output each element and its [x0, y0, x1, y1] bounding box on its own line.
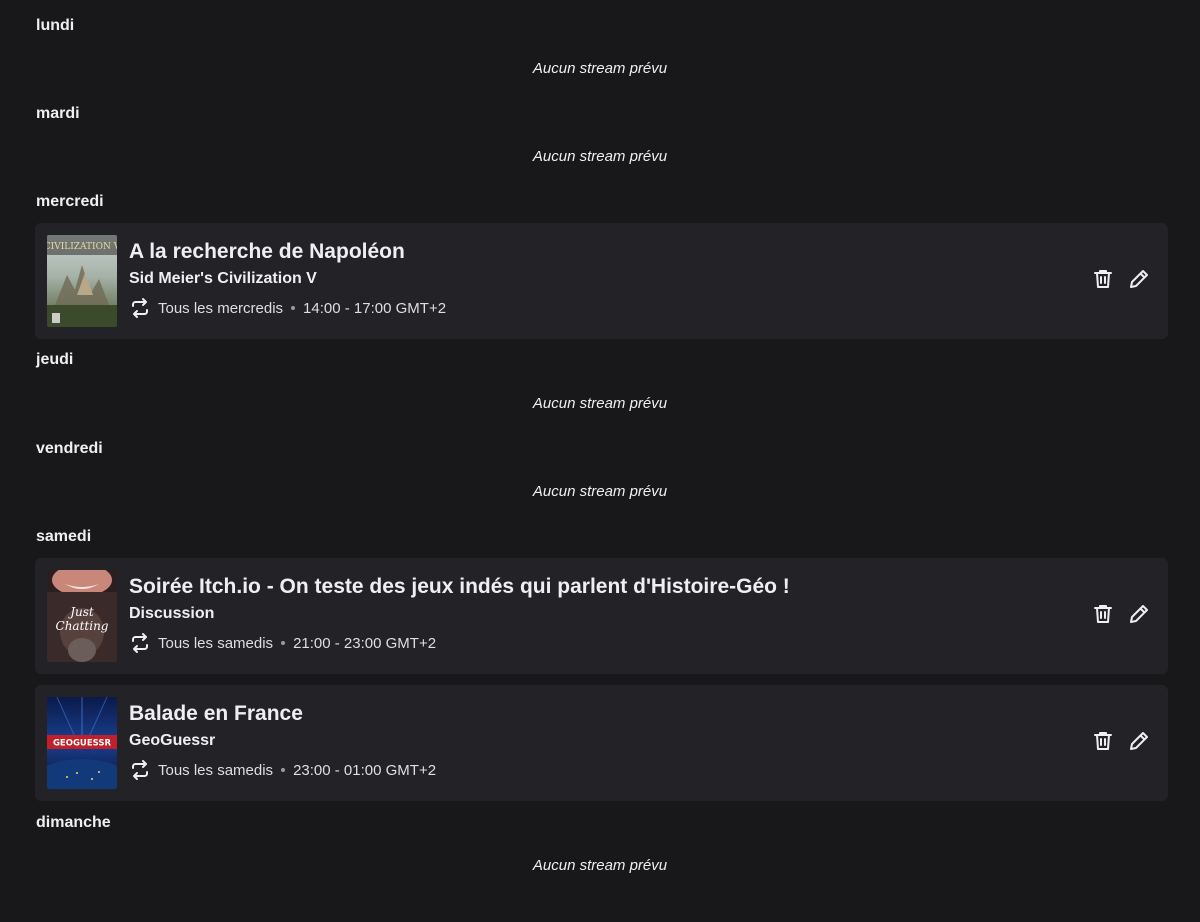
empty-schedule-message: Aucun stream prévu: [532, 857, 668, 874]
civilization-box-art-image: CIVILIZATION V: [47, 235, 117, 327]
pencil-icon: [1130, 270, 1148, 288]
separator-dot: [281, 641, 286, 645]
edit-segment-button[interactable]: [1128, 730, 1150, 752]
segment-time: 23:00 - 01:00 GMT+2: [293, 761, 437, 779]
segment-category[interactable]: Sid Meier's Civilization V: [129, 269, 317, 289]
geoguessr-box-art-image: GEOGUESSR: [47, 697, 117, 789]
repeat-icon: [132, 760, 148, 780]
just-chatting-box-art-image: Just Chatting: [47, 570, 117, 662]
repeat-icon: [132, 298, 148, 318]
day-heading-samedi: samedi: [36, 528, 92, 545]
delete-segment-button[interactable]: [1092, 268, 1114, 290]
schedule-segment[interactable]: CIVILIZATION V A la recherche de Napoléo…: [35, 223, 1168, 339]
day-heading-jeudi: jeudi: [36, 351, 74, 368]
trash-icon: [1094, 270, 1112, 288]
segment-time: 21:00 - 23:00 GMT+2: [293, 634, 437, 652]
separator-dot: [281, 768, 286, 772]
pencil-icon: [1130, 605, 1148, 623]
repeat-icon: [132, 633, 148, 653]
pencil-icon: [1130, 732, 1148, 750]
game-box-art: GEOGUESSR: [47, 697, 117, 789]
segment-recurrence: Tous les samedis: [158, 634, 274, 652]
delete-segment-button[interactable]: [1092, 730, 1114, 752]
day-heading-lundi: lundi: [36, 17, 75, 34]
thumb-logo-text: GEOGUESSR: [53, 739, 112, 749]
schedule-segment[interactable]: GEOGUESSR Balade en France GeoGuessr Tou…: [35, 685, 1168, 801]
thumb-logo-text: CIVILIZATION V: [47, 242, 117, 252]
segment-recurrence: Tous les samedis: [158, 761, 274, 779]
segment-actions: [1092, 268, 1150, 290]
segment-meta: Tous les samedis 23:00 - 01:00 GMT+2: [129, 759, 436, 781]
day-heading-dimanche: dimanche: [36, 814, 111, 831]
delete-segment-button[interactable]: [1092, 603, 1114, 625]
day-heading-vendredi: vendredi: [36, 440, 103, 457]
empty-schedule-message: Aucun stream prévu: [532, 395, 668, 412]
empty-schedule-message: Aucun stream prévu: [532, 483, 668, 500]
segment-category[interactable]: GeoGuessr: [129, 731, 215, 751]
segment-recurrence: Tous les mercredis: [158, 299, 284, 317]
day-heading-mercredi: mercredi: [36, 193, 104, 210]
trash-icon: [1094, 732, 1112, 750]
svg-text:Just: Just: [67, 605, 94, 619]
segment-actions: [1092, 730, 1150, 752]
segment-actions: [1092, 603, 1150, 625]
segment-time: 14:00 - 17:00 GMT+2: [303, 299, 447, 317]
game-box-art: CIVILIZATION V: [47, 235, 117, 327]
game-box-art: Just Chatting: [47, 570, 117, 662]
edit-segment-button[interactable]: [1128, 603, 1150, 625]
schedule-segment[interactable]: Just Chatting Soirée Itch.io - On teste …: [35, 558, 1168, 674]
segment-meta: Tous les mercredis 14:00 - 17:00 GMT+2: [129, 297, 446, 319]
segment-title: Balade en France: [129, 702, 303, 725]
empty-schedule-message: Aucun stream prévu: [532, 60, 668, 77]
separator-dot: [291, 306, 296, 310]
segment-meta: Tous les samedis 21:00 - 23:00 GMT+2: [129, 632, 436, 654]
segment-category[interactable]: Discussion: [129, 604, 214, 624]
edit-segment-button[interactable]: [1128, 268, 1150, 290]
trash-icon: [1094, 605, 1112, 623]
segment-title: A la recherche de Napoléon: [129, 240, 405, 263]
day-heading-mardi: mardi: [36, 105, 80, 122]
svg-text:Chatting: Chatting: [56, 619, 109, 633]
segment-title: Soirée Itch.io - On teste des jeux indés…: [129, 575, 790, 598]
empty-schedule-message: Aucun stream prévu: [532, 148, 668, 165]
